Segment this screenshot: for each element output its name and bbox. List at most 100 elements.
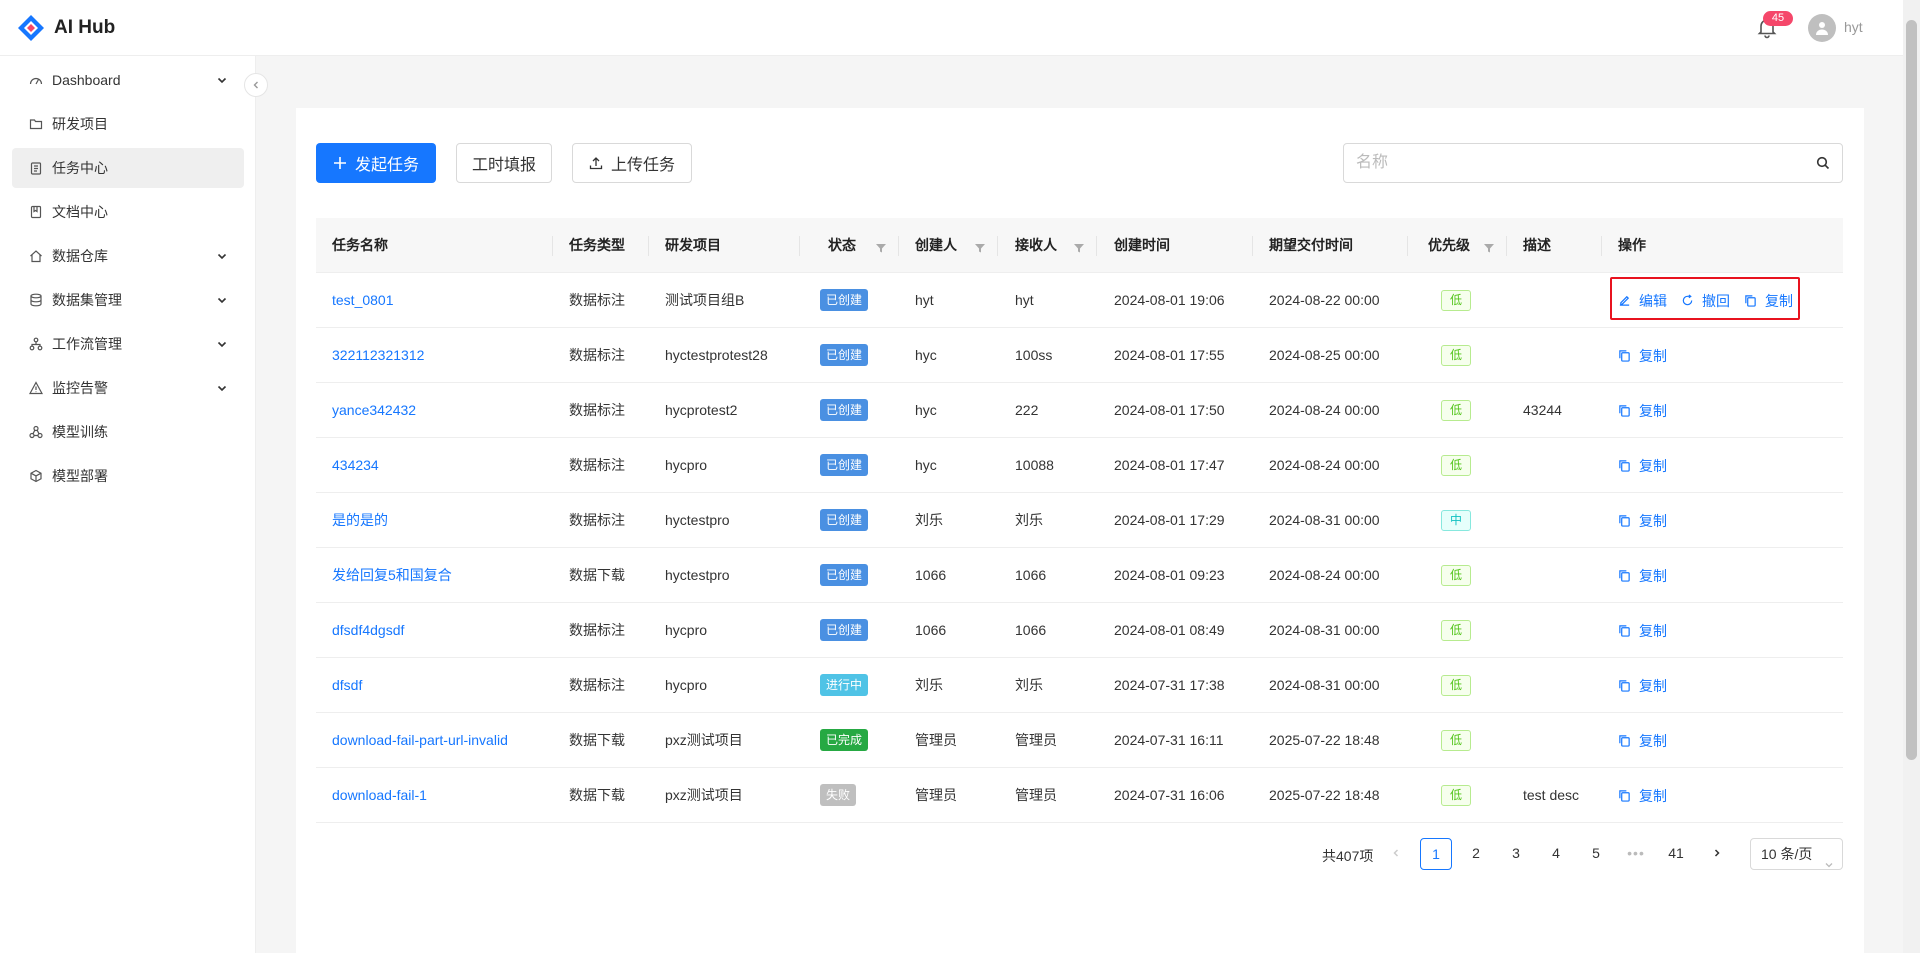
receiver-cell: 刘乐: [1015, 677, 1043, 693]
user-avatar[interactable]: [1808, 14, 1836, 42]
copy-button[interactable]: 复制: [1618, 713, 1667, 768]
pagination-page-2[interactable]: 2: [1460, 838, 1492, 870]
pagination-page-5[interactable]: 5: [1580, 838, 1612, 870]
copy-button[interactable]: 复制: [1618, 383, 1667, 438]
upload-task-button[interactable]: 上传任务: [572, 143, 692, 183]
filter-icon[interactable]: [1074, 240, 1084, 256]
edit-button[interactable]: 编辑: [1618, 273, 1667, 328]
table-row[interactable]: test_0801 数据标注 测试项目组B 已创建 hyt hyt 2024-08-01 1…: [316, 273, 1843, 328]
task-type-cell: 数据标注: [569, 457, 625, 473]
cluster-icon: [28, 424, 44, 440]
description-cell: 43244: [1523, 402, 1562, 418]
table-row[interactable]: dfsdf4dgsdf 数据标注 hycpro 已创建 1066 1066 2024-08-…: [316, 603, 1843, 658]
pagination-next-button[interactable]: [1701, 838, 1733, 870]
task-name-link[interactable]: dfsdf4dgsdf: [332, 603, 404, 658]
chevron-down-icon: [216, 249, 228, 265]
task-name-link[interactable]: 是的是的: [332, 493, 388, 548]
sidebar-item-monitoring-alerts[interactable]: 监控告警: [12, 368, 244, 408]
copy-button[interactable]: 复制: [1744, 273, 1793, 328]
receiver-cell: hyt: [1015, 292, 1034, 308]
upload-icon: [589, 157, 603, 170]
filter-icon[interactable]: [876, 240, 886, 256]
chevron-down-icon: [216, 293, 228, 309]
create-task-button[interactable]: 发起任务: [316, 143, 436, 183]
cube-icon: [28, 468, 44, 484]
priority-badge: 低: [1441, 730, 1471, 751]
page-size-select[interactable]: 10 条/页: [1750, 838, 1843, 870]
pagination-page-4[interactable]: 4: [1540, 838, 1572, 870]
task-name-link[interactable]: 发给回复5和国复合: [332, 548, 452, 603]
column-header-type: 任务类型: [569, 237, 625, 253]
creator-cell: 刘乐: [915, 677, 943, 693]
copy-button[interactable]: 复制: [1618, 603, 1667, 658]
sidebar-item-label: 任务中心: [52, 160, 108, 176]
table-row[interactable]: 发给回复5和国复合 数据下载 hyctestpro 已创建 1066 1066 2024-0…: [316, 548, 1843, 603]
search-icon[interactable]: [1816, 156, 1830, 173]
copy-button[interactable]: 复制: [1618, 438, 1667, 493]
task-name-link[interactable]: 322112321312: [332, 328, 424, 383]
warning-icon: [28, 380, 44, 396]
search-box[interactable]: [1343, 143, 1843, 183]
action-label: 复制: [1639, 677, 1667, 694]
task-name-link[interactable]: test_0801: [332, 273, 394, 328]
table-row[interactable]: dfsdf 数据标注 hycpro 进行中 刘乐 刘乐 2024-07-31 17:38 20…: [316, 658, 1843, 713]
task-name-link[interactable]: 434234: [332, 438, 379, 493]
copy-button[interactable]: 复制: [1618, 768, 1667, 823]
task-name-link[interactable]: yance342432: [332, 383, 416, 438]
copy-button[interactable]: 复制: [1618, 493, 1667, 548]
column-header-created-time: 创建时间: [1114, 237, 1170, 253]
created-time-cell: 2024-08-01 19:06: [1114, 292, 1225, 308]
filter-icon[interactable]: [1484, 240, 1494, 256]
table-row[interactable]: 是的是的 数据标注 hyctestpro 已创建 刘乐 刘乐 2024-08-01 17:2…: [316, 493, 1843, 548]
task-name-link[interactable]: dfsdf: [332, 658, 362, 713]
username[interactable]: hyt: [1844, 19, 1863, 35]
sidebar-item-model-deployment[interactable]: 模型部署: [12, 456, 244, 496]
pagination-ellipsis[interactable]: •••: [1620, 838, 1652, 870]
priority-badge: 低: [1441, 785, 1471, 806]
plus-icon: [333, 157, 346, 169]
table-row[interactable]: download-fail-part-url-invalid 数据下载 pxz测试项…: [316, 713, 1843, 768]
sidebar-item-dataset-management[interactable]: 数据集管理: [12, 280, 244, 320]
task-name-link[interactable]: download-fail-1: [332, 768, 427, 823]
sidebar-item-docs[interactable]: 文档中心: [12, 192, 244, 232]
sidebar-item-projects[interactable]: 研发项目: [12, 104, 244, 144]
sidebar-item-workflow-management[interactable]: 工作流管理: [12, 324, 244, 364]
sidebar-item-dashboard[interactable]: Dashboard: [12, 60, 244, 100]
copy-button[interactable]: 复制: [1618, 548, 1667, 603]
table-row[interactable]: download-fail-1 数据下载 pxz测试项目 失败 管理员 管理员 2024-0…: [316, 768, 1843, 823]
app-logo[interactable]: AI Hub: [16, 13, 115, 43]
action-label: 复制: [1639, 732, 1667, 749]
created-time-cell: 2024-08-01 17:47: [1114, 457, 1225, 473]
copy-button[interactable]: 复制: [1618, 658, 1667, 713]
sidebar-item-data-warehouse[interactable]: 数据仓库: [12, 236, 244, 276]
receiver-cell: 1066: [1015, 622, 1047, 638]
column-header-project: 研发项目: [665, 237, 721, 253]
filter-icon[interactable]: [975, 240, 985, 256]
status-badge: 已创建: [820, 454, 869, 476]
pagination-page-3[interactable]: 3: [1500, 838, 1532, 870]
task-name-link[interactable]: download-fail-part-url-invalid: [332, 713, 508, 768]
timesheet-button[interactable]: 工时填报: [456, 143, 552, 183]
pagination-prev-button[interactable]: [1380, 838, 1412, 870]
pagination-page-1[interactable]: 1: [1420, 838, 1452, 870]
table-row[interactable]: yance342432 数据标注 hycprotest2 已创建 hyc 222 2024-…: [316, 383, 1843, 438]
project-cell: pxz测试项目: [665, 732, 743, 748]
page-scrollbar-thumb[interactable]: [1906, 20, 1917, 760]
status-badge: 已完成: [820, 729, 869, 751]
sidebar-collapse-button[interactable]: [244, 73, 268, 97]
pagination-page-41[interactable]: 41: [1660, 838, 1692, 870]
sidebar-item-model-training[interactable]: 模型训练: [12, 412, 244, 452]
priority-badge: 低: [1441, 675, 1471, 696]
receiver-cell: 10088: [1015, 457, 1054, 473]
table-row[interactable]: 434234 数据标注 hycpro 已创建 hyc 10088 2024-08-01 17…: [316, 438, 1843, 493]
withdraw-button[interactable]: 撤回: [1681, 273, 1730, 328]
search-input[interactable]: [1356, 152, 1796, 174]
task-type-cell: 数据标注: [569, 402, 625, 418]
copy-icon: [1618, 404, 1635, 417]
table-row[interactable]: 322112321312 数据标注 hyctestprotest28 已创建 hyc 10…: [316, 328, 1843, 383]
status-badge: 已创建: [820, 564, 869, 586]
copy-button[interactable]: 复制: [1618, 328, 1667, 383]
due-time-cell: 2025-07-22 18:48: [1269, 787, 1380, 803]
creator-cell: 1066: [915, 622, 947, 638]
sidebar-item-task-center[interactable]: 任务中心: [12, 148, 244, 188]
